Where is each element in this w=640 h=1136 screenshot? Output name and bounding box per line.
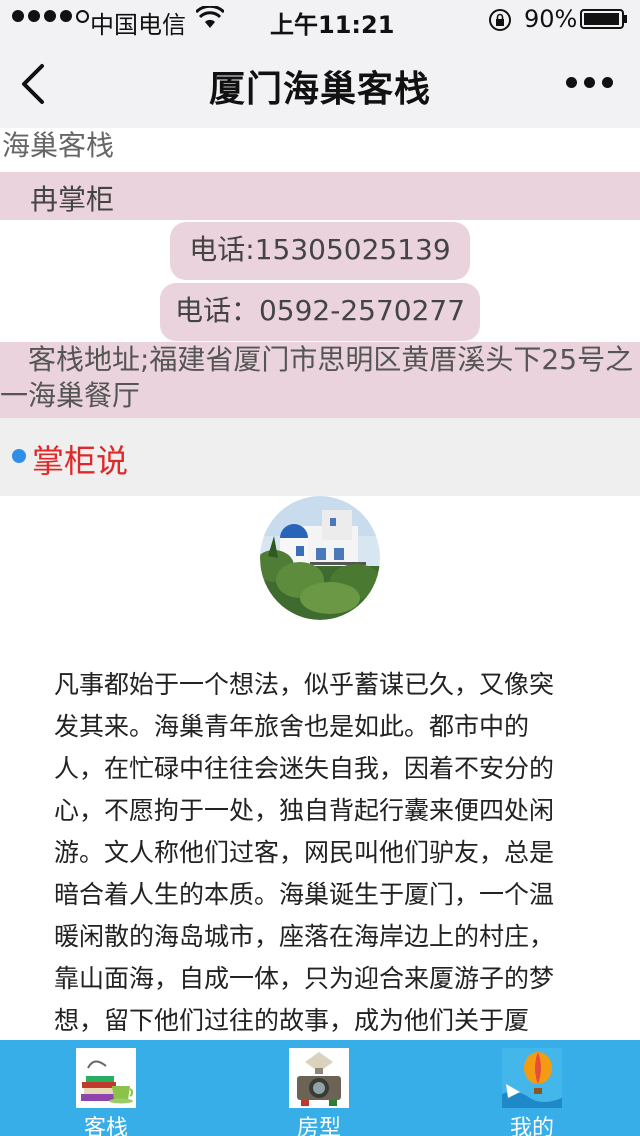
nav-bar: 厦门海巢客栈 — [0, 40, 640, 128]
inn-name: 海巢客栈 — [2, 129, 115, 162]
wifi-icon — [196, 6, 224, 28]
battery-percentage: 90% — [524, 5, 578, 33]
manager-row: 冉掌柜 — [0, 172, 640, 220]
top-bar: 中国电信 上午11:21 90% 厦门海巢客栈 — [0, 0, 640, 128]
tab-inn[interactable]: 客栈 — [36, 1040, 176, 1136]
phone-landline[interactable]: 电话：0592-2570277 — [160, 283, 480, 341]
carrier-name: 中国电信 — [90, 11, 186, 39]
inn-photo-avatar — [260, 496, 380, 620]
address-row: 客栈地址;福建省厦门市思明区黄厝溪头下25号之一海巢餐厅 — [0, 342, 640, 418]
article-text: 凡事都始于一个想法，似乎蓄谋已久，又像突发其来。海巢青年旅舍也是如此。都市中的人… — [54, 670, 555, 1077]
address-text: 客栈地址;福建省厦门市思明区黄厝溪头下25号之一海巢餐厅 — [0, 343, 634, 412]
tab-room-types[interactable]: 房型 — [249, 1040, 389, 1136]
signal-strength-icon — [12, 10, 89, 23]
vintage-camera-icon — [289, 1048, 349, 1108]
page: 中国电信 上午11:21 90% 厦门海巢客栈 海巢客栈 冉掌柜 电话:1530… — [0, 0, 640, 1136]
status-time: 上午11:21 — [270, 11, 395, 39]
more-options-icon[interactable] — [566, 77, 613, 88]
manager-name: 冉掌柜 — [30, 183, 115, 216]
battery-icon — [580, 9, 627, 29]
rotation-lock-icon — [489, 9, 511, 31]
section-header: 掌柜说 — [0, 418, 640, 496]
status-bar: 中国电信 上午11:21 90% — [0, 0, 640, 40]
tab-room-types-label: 房型 — [296, 1116, 341, 1136]
bottom-tab-bar: 客栈 房型 我的 — [0, 1040, 640, 1136]
back-arrow-icon[interactable] — [18, 62, 48, 106]
books-teacup-icon — [76, 1048, 136, 1108]
phone-mobile[interactable]: 电话:15305025139 — [170, 222, 470, 280]
page-title: 厦门海巢客栈 — [208, 69, 431, 110]
tab-inn-label: 客栈 — [83, 1116, 128, 1136]
hot-air-balloon-icon — [502, 1048, 562, 1108]
section-title: 掌柜说 — [32, 442, 129, 480]
bullet-icon — [12, 449, 26, 463]
tab-mine-label: 我的 — [509, 1116, 554, 1136]
tab-mine[interactable]: 我的 — [462, 1040, 602, 1136]
